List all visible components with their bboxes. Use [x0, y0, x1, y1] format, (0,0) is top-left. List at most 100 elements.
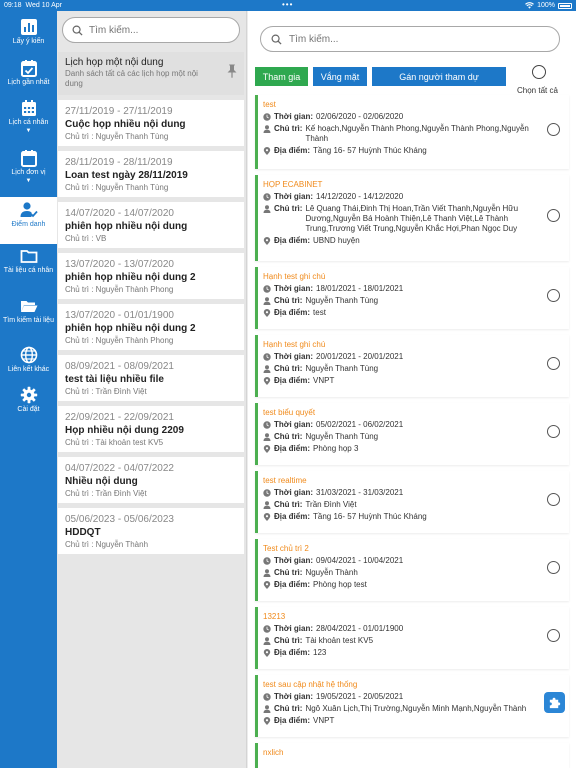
meeting-date: 28/11/2019 - 28/11/2019: [65, 157, 173, 168]
session-card[interactable]: nxlich: [255, 743, 569, 768]
session-title: Test chủ trì 2: [263, 544, 309, 553]
sidebar-item-settings[interactable]: Cài đặt: [0, 386, 57, 424]
calendar-icon: [20, 150, 37, 167]
session-card[interactable]: HỌP ECABINET Thời gian: 14/12/2020 - 14/1…: [255, 175, 569, 261]
session-select-radio[interactable]: [547, 561, 560, 574]
session-card[interactable]: test biểu quyết Thời gian: 05/02/2021 - 0…: [255, 403, 569, 465]
session-place: Tầng 16- 57 Huỳnh Thúc Kháng: [313, 512, 427, 521]
clock-icon: [263, 113, 271, 121]
meeting-date: 08/09/2021 - 08/09/2021: [65, 361, 174, 372]
meeting-title: test tài liệu nhiều file: [65, 374, 164, 385]
meeting-host: Chủ trì : Nguyễn Thanh Tùng: [65, 132, 169, 141]
meeting-date: 13/07/2020 - 01/01/1900: [65, 310, 174, 321]
host-label: Chủ trì:: [274, 500, 303, 509]
session-title: test: [263, 100, 276, 109]
session-select-radio[interactable]: [547, 425, 560, 438]
sidebar-item-search-docs[interactable]: Tìm kiếm tài liệu: [0, 297, 57, 343]
sidebar-item-personal-docs[interactable]: Tài liệu cá nhân: [0, 247, 57, 293]
time-label: Thời gian:: [274, 192, 314, 201]
meeting-list: Lịch họp một nội dung Danh sách tất cả c…: [58, 52, 244, 559]
session-card[interactable]: test sau cập nhật hệ thống Thời gian: 19/…: [255, 675, 569, 737]
clock-icon: [263, 285, 271, 293]
sidebar-item-unit-schedule[interactable]: Lịch đơn vị ▼: [0, 149, 57, 195]
meeting-group-header[interactable]: Lịch họp một nội dung Danh sách tất cả c…: [58, 52, 244, 95]
session-search-box[interactable]: [260, 26, 560, 52]
place-label: Địa điểm:: [274, 716, 311, 725]
session-select-radio[interactable]: [547, 123, 560, 136]
list-item[interactable]: 04/07/2022 - 04/07/2022 Nhiều nội dung C…: [58, 457, 244, 503]
session-card[interactable]: Test chủ trì 2 Thời gian: 09/04/2021 - 10…: [255, 539, 569, 601]
sidebar-item-attendance[interactable]: Điểm danh: [0, 197, 57, 244]
sidebar-item-label: Liên kết khác: [7, 366, 50, 373]
session-place: UBND huyện: [313, 236, 360, 245]
clock-icon: [263, 489, 271, 497]
sidebar-item-personal-schedule[interactable]: Lịch cá nhân ▼: [0, 99, 57, 145]
session-card[interactable]: test Thời gian: 02/06/2020 - 02/06/2020 C…: [255, 95, 569, 169]
location-icon: [263, 717, 271, 725]
session-card[interactable]: 13213 Thời gian: 28/04/2021 - 01/01/1900 …: [255, 607, 569, 669]
session-host: Nguyễn Thanh Tùng: [305, 432, 379, 441]
select-all-radio[interactable]: [532, 65, 546, 79]
sidebar-item-links[interactable]: Liên kết khác: [0, 346, 57, 384]
attendance-main: Tham gia Vắng mặt Gán người tham dự Chọn…: [248, 11, 576, 768]
session-select-radio[interactable]: [547, 289, 560, 302]
absent-button[interactable]: Vắng mặt: [313, 67, 367, 86]
sidebar-item-label: Lịch đơn vị: [11, 169, 46, 176]
sidebar-item-label: Điểm danh: [11, 221, 46, 228]
list-item[interactable]: 13/07/2020 - 13/07/2020 phiên họp nhiều …: [58, 253, 244, 299]
meeting-host: Chủ trì : Nguyễn Thanh Tùng: [65, 183, 169, 192]
session-time: 14/12/2020 - 14/12/2020: [316, 192, 404, 201]
sidebar-item-label: Tài liệu cá nhân: [3, 267, 54, 274]
attend-button[interactable]: Tham gia: [255, 67, 308, 86]
meeting-title: HDDQT: [65, 527, 101, 538]
session-card[interactable]: test realtime Thời gian: 31/03/2021 - 31/…: [255, 471, 569, 533]
search-icon: [72, 25, 83, 36]
place-label: Địa điểm:: [274, 580, 311, 589]
list-item[interactable]: 08/09/2021 - 08/09/2021 test tài liệu nh…: [58, 355, 244, 401]
meeting-date: 14/07/2020 - 14/07/2020: [65, 208, 174, 219]
session-select-radio[interactable]: [547, 493, 560, 506]
list-item[interactable]: 14/07/2020 - 14/07/2020 phiên họp nhiều …: [58, 202, 244, 248]
session-search-input[interactable]: [289, 33, 549, 45]
session-place: Phòng họp test: [313, 580, 367, 589]
multitask-dots-icon[interactable]: •••: [282, 0, 293, 9]
meeting-host: Chủ trì : Tài khoản test KV5: [65, 438, 164, 447]
user-icon: [263, 501, 271, 509]
list-item[interactable]: 22/09/2021 - 22/09/2021 Họp nhiều nội du…: [58, 406, 244, 452]
status-bar: 09:18 Wed 10 Apr ••• 100%: [0, 0, 576, 11]
session-select-radio[interactable]: [547, 357, 560, 370]
meeting-title: phiên họp nhiều nội dung 2: [65, 323, 196, 334]
sidebar-item-opinions[interactable]: Lấy ý kiến: [0, 18, 57, 56]
list-item[interactable]: 05/06/2023 - 05/06/2023 HDDQT Chủ trì : …: [58, 508, 244, 554]
list-item[interactable]: 27/11/2019 - 27/11/2019 Cuộc họp nhiều n…: [58, 100, 244, 146]
session-select-radio[interactable]: [547, 209, 560, 222]
list-item[interactable]: 13/07/2020 - 01/01/1900 phiên họp nhiều …: [58, 304, 244, 350]
session-time: 20/01/2021 - 20/01/2021: [316, 352, 404, 361]
sidebar-item-label: Lịch gần nhất: [7, 79, 50, 86]
clock-icon: [263, 693, 271, 701]
meeting-search-box[interactable]: [62, 17, 240, 43]
sidebar-item-recent[interactable]: Lịch gần nhất: [0, 59, 57, 97]
meeting-host: Chủ trì : Trần Đình Việt: [65, 387, 147, 396]
list-item[interactable]: 28/11/2019 - 28/11/2019 Loan test ngày 2…: [58, 151, 244, 197]
pin-icon[interactable]: [226, 64, 238, 78]
user-icon: [263, 637, 271, 645]
time-label: Thời gian:: [274, 556, 314, 565]
chevron-down-icon: ▼: [25, 128, 32, 134]
puzzle-fab-button[interactable]: [544, 692, 565, 713]
session-card[interactable]: Hạnh test ghi chú Thời gian: 18/01/2021 -…: [255, 267, 569, 329]
session-host: Kế hoạch,Nguyễn Thành Phong,Nguyễn Thành…: [305, 124, 529, 143]
gear-icon: [20, 386, 37, 404]
meeting-host: Chủ trì : VB: [65, 234, 107, 243]
clock-icon: [263, 421, 271, 429]
assign-attendee-button[interactable]: Gán người tham dự: [372, 67, 506, 86]
sidebar: Lấy ý kiến Lịch gần nhất Lịch cá nhân ▼ …: [0, 11, 57, 768]
session-select-radio[interactable]: [547, 629, 560, 642]
session-host: Tài khoản test KV5: [305, 636, 374, 645]
session-card[interactable]: Hạnh test ghi chú Thời gian: 20/01/2021 -…: [255, 335, 569, 397]
meeting-search-input[interactable]: [89, 24, 239, 36]
status-time: 09:18: [4, 2, 22, 9]
place-label: Địa điểm:: [274, 444, 311, 453]
session-place: Tầng 16- 57 Huỳnh Thúc Kháng: [313, 146, 427, 155]
meeting-title: Loan test ngày 28/11/2019: [65, 170, 188, 181]
